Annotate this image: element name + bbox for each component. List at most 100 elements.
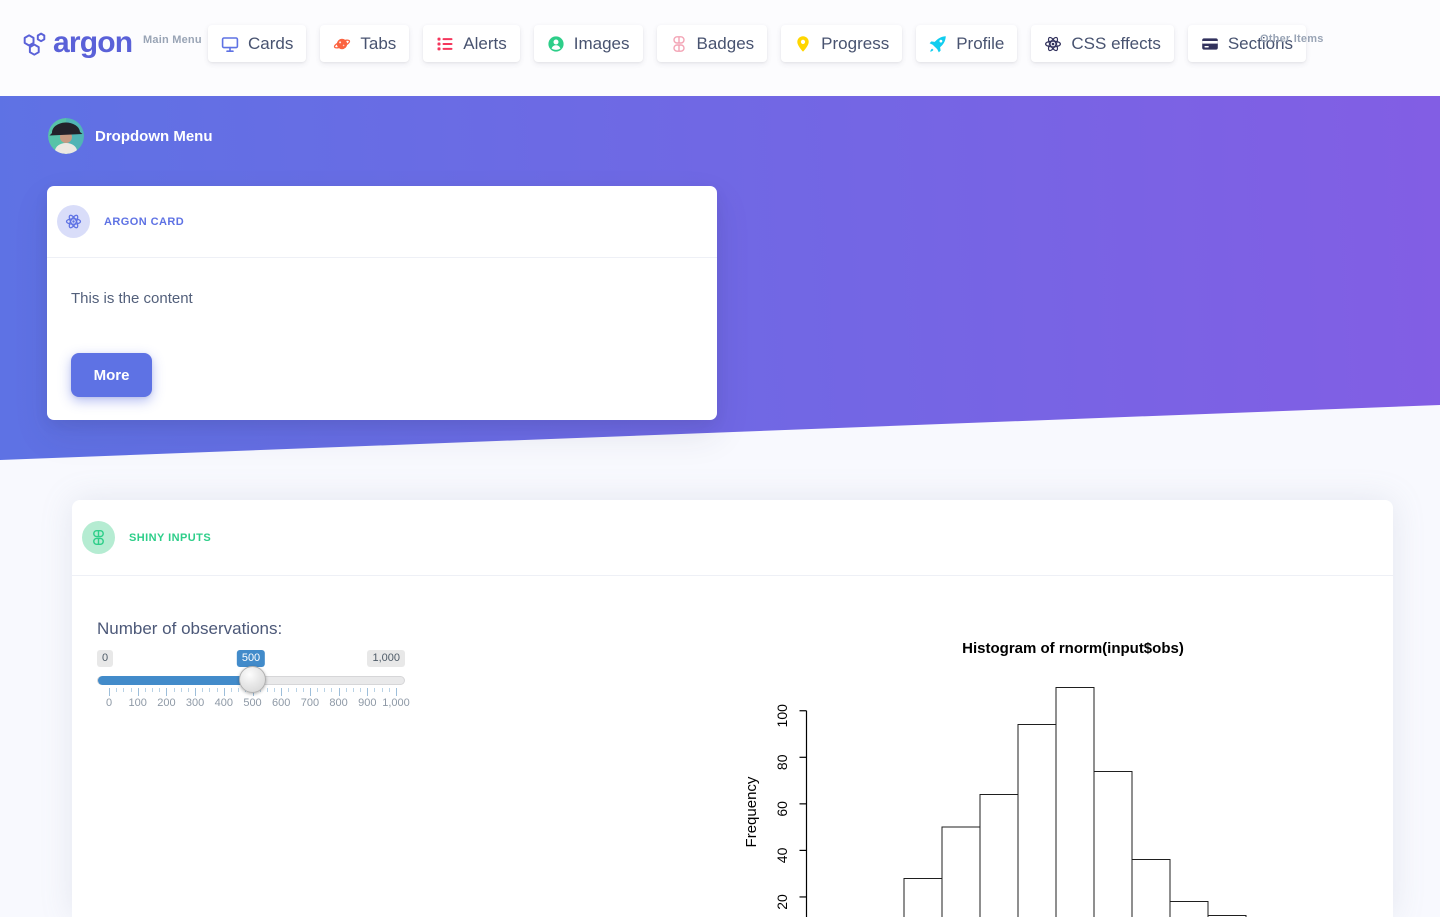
slider-minor-tick	[374, 688, 376, 692]
slider-minor-tick	[202, 688, 204, 692]
page: argon Main Menu Cards Tabs Alerts Images…	[0, 0, 1440, 917]
monitor-icon	[221, 36, 239, 52]
slider-value-badge: 500	[236, 650, 266, 667]
nav-item-cards[interactable]: Cards	[208, 25, 307, 62]
slider-minor-tick	[152, 688, 154, 692]
slider-minor-tick	[345, 688, 347, 692]
slider-filled-track	[98, 676, 252, 685]
argon-card-content: This is the content	[71, 290, 193, 307]
slider-min-badge: 0	[97, 650, 114, 667]
slider-minor-tick	[209, 688, 211, 692]
slider-major-tick	[309, 688, 311, 696]
nav-item-css-effects[interactable]: CSS effects	[1031, 25, 1174, 62]
atom-icon	[1045, 36, 1062, 51]
histogram-bar	[1017, 724, 1057, 917]
main-nav: Cards Tabs Alerts Images Badges Progress…	[208, 25, 1307, 62]
nav-item-label: Cards	[248, 33, 294, 53]
chart-title: Histogram of rnorm(input$obs)	[962, 640, 1184, 657]
nav-item-tabs[interactable]: Tabs	[320, 25, 410, 62]
slider-major-tick	[367, 688, 369, 696]
shiny-inputs-card: SHINY INPUTS Number of observations: 0 1…	[72, 500, 1393, 917]
logo-wordmark: argon	[53, 26, 133, 59]
slider-minor-tick	[216, 688, 218, 692]
slider-minor-tick	[295, 688, 297, 692]
slider-minor-tick	[360, 688, 362, 692]
nav-item-label: Images	[573, 33, 630, 53]
nav-item-label: Tabs	[360, 33, 397, 53]
shiny-card-header: SHINY INPUTS	[72, 500, 1393, 576]
credit-card-icon	[1202, 37, 1218, 50]
other-items-label: Other Items	[1260, 33, 1324, 45]
slider-tick-label: 600	[272, 697, 291, 709]
hexagons-logo-icon	[23, 32, 46, 56]
slider-tick-label: 1,000	[382, 697, 410, 709]
slider-tick-label: 400	[214, 697, 233, 709]
slider-minor-tick	[288, 688, 290, 692]
pills-icon	[672, 35, 685, 52]
dropdown-menu-trigger[interactable]: Dropdown Menu	[48, 118, 212, 154]
slider-major-tick	[396, 688, 397, 696]
nav-item-label: Profile	[956, 33, 1005, 53]
slider-max-badge: 1,000	[367, 650, 405, 667]
argon-card-header: ARGON CARD	[47, 186, 717, 258]
slider-tick-label: 500	[243, 697, 262, 709]
slider-minor-tick	[187, 688, 189, 692]
nav-item-badges[interactable]: Badges	[656, 25, 768, 62]
slider-minor-tick	[302, 688, 304, 692]
map-pin-icon	[797, 35, 809, 52]
main-menu-label: Main Menu	[143, 34, 202, 46]
slider-major-tick	[338, 688, 340, 696]
nav-item-label: Alerts	[463, 33, 507, 53]
slider-minor-tick	[130, 688, 132, 692]
slider-minor-tick	[274, 688, 276, 692]
argon-card: ARGON CARD This is the content More	[47, 186, 717, 420]
nav-item-progress[interactable]: Progress	[781, 25, 903, 62]
slider-minor-tick	[159, 688, 161, 692]
argon-logo[interactable]: argon	[20, 26, 133, 59]
histogram-plot: 20 40 60 80 100 Histogram of rnorm(input$obs)…	[743, 640, 1247, 917]
nav-item-label: Badges	[696, 33, 755, 53]
slider-minor-tick	[180, 688, 182, 692]
y-tick-label: 80	[774, 754, 790, 770]
slider-minor-tick	[173, 688, 175, 692]
nav-item-alerts[interactable]: Alerts	[423, 25, 520, 62]
slider-tick-label: 700	[300, 697, 320, 709]
histogram-bar	[1055, 687, 1095, 917]
slider-major-tick	[109, 688, 110, 696]
slider-minor-tick	[123, 688, 125, 692]
slider-minor-tick	[381, 688, 383, 692]
list-icon	[437, 37, 453, 50]
planet-icon	[334, 38, 351, 49]
slider-major-tick	[195, 688, 197, 696]
slider-major-tick	[137, 688, 139, 696]
slider-handle[interactable]	[239, 666, 266, 693]
slider-tick-label: 900	[358, 697, 377, 709]
nav-item-images[interactable]: Images	[533, 25, 643, 62]
shiny-card-title: SHINY INPUTS	[129, 531, 212, 544]
y-tick-label: 20	[774, 894, 790, 910]
more-button[interactable]: More	[71, 353, 152, 397]
pills-icon	[93, 529, 104, 546]
slider-label: Number of observations:	[97, 619, 283, 638]
slider-minor-tick	[266, 688, 268, 692]
y-tick-label: 60	[774, 801, 790, 817]
avatar	[48, 118, 84, 154]
nav-item-profile[interactable]: Profile	[916, 25, 1018, 62]
shiny-card-icon-badge	[82, 521, 115, 554]
slider-tick-label: 800	[329, 697, 348, 709]
argon-card-icon-badge	[57, 205, 90, 238]
slider-minor-tick	[388, 688, 390, 692]
slider-tick-label: 100	[128, 697, 147, 709]
slider-minor-tick	[144, 688, 146, 692]
y-tick-label: 100	[774, 704, 790, 728]
slider-minor-tick	[352, 688, 354, 692]
nav-item-label: Progress	[821, 33, 890, 53]
histogram-bar	[979, 794, 1019, 917]
argon-card-title: ARGON CARD	[104, 215, 185, 228]
histogram-bar	[941, 826, 981, 917]
slider-minor-tick	[116, 688, 118, 692]
slider-major-tick	[281, 688, 283, 696]
observations-slider: 0 1,000 500 0 100 200 300 400 500 600 700 800 900…	[97, 650, 410, 712]
slider-tick-label: 200	[157, 697, 176, 709]
slider-minor-tick	[230, 688, 232, 692]
